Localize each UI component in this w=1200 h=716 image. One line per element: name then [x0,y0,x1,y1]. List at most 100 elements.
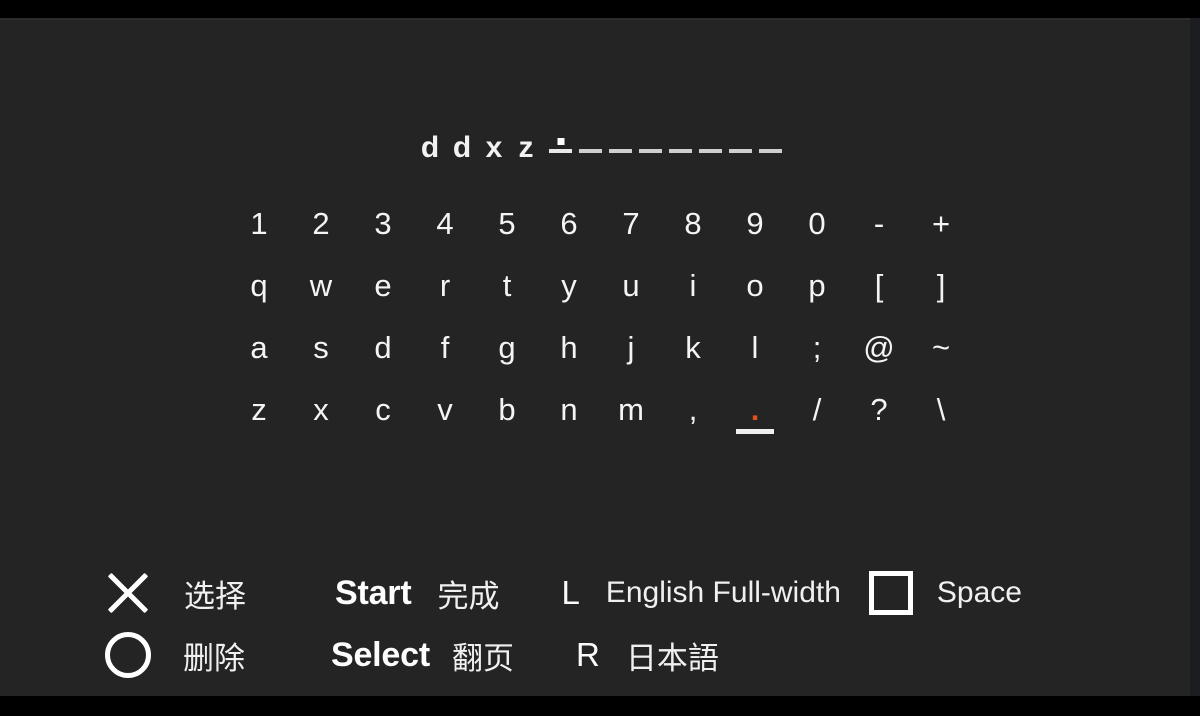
input-slot[interactable] [636,121,665,157]
key-u[interactable]: u [600,256,662,314]
key-2[interactable]: 2 [290,194,352,252]
key-minus[interactable]: - [848,194,910,252]
slot-rule [729,148,752,153]
letterbox-bottom [0,696,1200,716]
legend-item-delete[interactable]: 删除 [105,632,245,678]
keyboard-row-1: 1 2 3 4 5 6 7 8 9 0 - + [0,192,1200,254]
key-bracket-right[interactable]: ] [910,256,972,314]
key-j[interactable]: j [600,318,662,376]
slot-rule [699,148,722,153]
key-bracket-left[interactable]: [ [848,256,910,314]
legend-label-space: Space [936,576,1022,609]
key-n[interactable]: n [538,380,600,438]
key-question[interactable]: ? [848,380,910,438]
slot-rule [639,148,662,153]
key-slash[interactable]: / [786,380,848,438]
key-f[interactable]: f [414,318,476,376]
keyboard-row-4: z x c v b n m , . / ? \ [0,378,1200,440]
r-button-label: R [575,636,600,673]
on-screen-keyboard[interactable]: 1 2 3 4 5 6 7 8 9 0 - + q w e r t y u i … [0,192,1200,440]
legend-item-space[interactable]: Space [868,571,1022,615]
key-w[interactable]: w [290,256,352,314]
caret-dot-icon [557,137,564,145]
key-comma[interactable]: , [662,380,724,438]
input-char: x [485,130,503,164]
key-x[interactable]: x [290,380,352,438]
input-char: d [420,130,440,164]
key-7[interactable]: 7 [600,194,662,252]
letterbox-top [0,0,1200,18]
key-o[interactable]: o [724,256,786,314]
input-char: z [518,130,534,164]
key-p[interactable]: p [786,256,848,314]
key-0[interactable]: 0 [786,194,848,252]
text-input-field[interactable]: d d x z [0,120,1200,166]
legend-item-select-button[interactable]: Select 翻页 [331,633,514,678]
key-k[interactable]: k [662,318,724,376]
key-9[interactable]: 9 [724,194,786,252]
key-plus[interactable]: + [910,194,972,252]
input-slot[interactable] [756,121,785,157]
key-y[interactable]: y [538,256,600,314]
key-m[interactable]: m [600,380,662,438]
slot-rule [669,148,692,153]
key-at[interactable]: @ [848,318,910,376]
cross-button-icon [104,569,152,617]
key-d[interactable]: d [352,318,414,376]
key-t[interactable]: t [476,256,538,314]
legend-item-start[interactable]: Start 完成 [335,571,499,616]
keyboard-row-3: a s d f g h j k l ; @ ~ [0,316,1200,378]
key-tilde[interactable]: ~ [910,318,972,376]
key-4[interactable]: 4 [414,194,476,252]
input-slot[interactable] [576,121,605,157]
slot-rule [759,148,782,153]
key-l[interactable]: l [724,318,786,376]
key-b[interactable]: b [476,380,538,438]
key-r[interactable]: r [414,256,476,314]
legend-row-2: 删除 Select 翻页 R 日本語 [0,624,1200,686]
key-z[interactable]: z [228,380,290,438]
input-slot[interactable] [726,121,755,157]
keyboard-row-2: q w e r t y u i o p [ ] [0,254,1200,316]
key-backslash[interactable]: \ [910,380,972,438]
legend-item-select[interactable]: 选择 [104,569,246,617]
key-q[interactable]: q [228,256,290,314]
input-slot[interactable] [606,121,635,157]
legend-label-english-full-width: English Full-width [605,576,841,609]
legend-item-l-shoulder[interactable]: L English Full-width [561,574,840,612]
key-1[interactable]: 1 [228,194,290,252]
legend-item-r-shoulder[interactable]: R 日本語 [576,633,719,678]
input-slot-cursor[interactable] [546,121,575,157]
key-s[interactable]: s [290,318,352,376]
key-3[interactable]: 3 [352,194,414,252]
slot-rule [609,148,632,153]
input-text-content: d d x z [414,121,786,166]
input-slots [546,121,786,157]
slot-rule [549,148,572,153]
key-period-label: . [750,391,760,427]
key-e[interactable]: e [352,256,414,314]
panel-top-hairline [0,18,1200,20]
select-button-label: Select [331,635,430,674]
key-5[interactable]: 5 [476,194,538,252]
legend-label-select: 选择 [184,578,246,614]
input-slot[interactable] [696,121,725,157]
key-6[interactable]: 6 [538,194,600,252]
legend-label-page-turn: 翻页 [451,640,514,676]
circle-button-icon [105,632,151,678]
key-g[interactable]: g [476,318,538,376]
key-semicolon[interactable]: ; [786,318,848,376]
key-8[interactable]: 8 [662,194,724,252]
key-period-selected[interactable]: . [724,380,786,438]
key-a[interactable]: a [228,318,290,376]
key-h[interactable]: h [538,318,600,376]
key-v[interactable]: v [414,380,476,438]
input-char: d [452,130,472,164]
key-i[interactable]: i [662,256,724,314]
l-button-label: L [561,574,580,611]
key-c[interactable]: c [352,380,414,438]
button-legend: 选择 Start 完成 L English Full-width Space 删… [0,556,1200,688]
slot-rule [579,148,602,153]
input-slot[interactable] [666,121,695,157]
start-button-label: Start [335,573,412,612]
